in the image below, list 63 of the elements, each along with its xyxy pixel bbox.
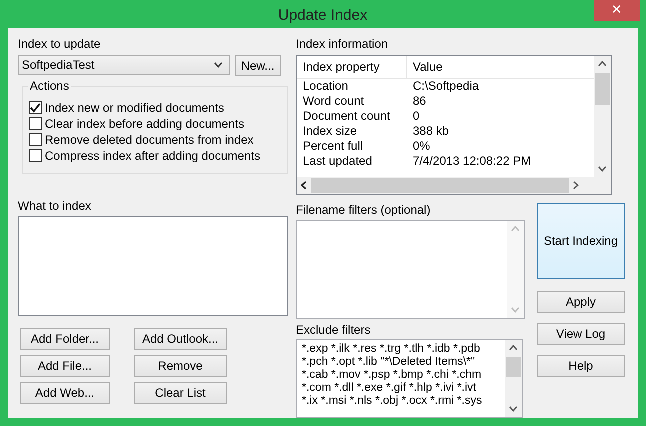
scroll-left-icon[interactable]: [301, 181, 307, 190]
caret-icon: [214, 62, 223, 68]
checkbox-label: Remove deleted documents from index: [45, 132, 254, 146]
list-action-button[interactable]: Add Folder...: [20, 328, 110, 350]
scroll-right-icon[interactable]: [573, 181, 579, 190]
table-cell-text: Word count: [302, 94, 366, 109]
scroll-up-icon[interactable]: [598, 61, 607, 67]
table-cell-text: 86: [412, 94, 426, 109]
checkbox-label: Index new or modified documents: [45, 100, 224, 114]
table-cell-text: Index size: [302, 124, 358, 139]
list-action-button[interactable]: Remove: [134, 355, 227, 377]
side-button[interactable]: Start Indexing: [537, 203, 625, 279]
exclude-filters-field[interactable]: *.exp *.ilk *.res *.trg *.tlh *.idb *.pdb *.pch *.opt *.lib "*\Deleted Items\*" *.cab *.mov *.psp *.bmp *.chi *.chm *.com *.dll *.exe *.gif *.hlp *.ivi *.ivt *.ix *.msi *.nls *.obj *.ocx *.rmi *.sys: [296, 339, 523, 418]
exclude-filters-label: Exclude filters: [296, 323, 372, 337]
vertical-scrollbar[interactable]: [505, 340, 522, 417]
scroll-down-icon[interactable]: [509, 406, 518, 412]
index-information-label: Index information: [296, 37, 390, 51]
table-cell-text: 388 kb: [412, 124, 450, 139]
checkbox-label: Compress index after adding documents: [45, 148, 260, 162]
scroll-thumb[interactable]: [595, 73, 610, 105]
vertical-scrollbar[interactable]: [594, 56, 611, 177]
filename-filters-field[interactable]: [296, 220, 525, 319]
scroll-thumb[interactable]: [311, 178, 569, 193]
horizontal-scrollbar[interactable]: [297, 177, 611, 194]
list-action-button[interactable]: Add File...: [20, 355, 110, 377]
table-cell-text: Percent full: [302, 139, 364, 154]
checkbox-label: Clear index before adding documents: [45, 116, 244, 130]
group-title: Actions: [28, 79, 72, 93]
scroll-down-icon[interactable]: [598, 166, 607, 172]
checkbox[interactable]: [29, 149, 42, 162]
table-cell-text: 7/4/2013 12:08:22 PM: [412, 154, 532, 169]
list-action-button[interactable]: Clear List: [134, 382, 227, 404]
index-label: Index to update: [18, 37, 102, 51]
table-cell-text: 0: [412, 109, 420, 124]
side-button[interactable]: Apply: [537, 291, 625, 313]
filename-filters-label: Filename filters (optional): [296, 203, 432, 217]
checkbox[interactable]: [29, 101, 42, 114]
table-cell-text: Last updated: [302, 154, 374, 169]
scroll-thumb[interactable]: [506, 357, 521, 377]
checkbox[interactable]: [29, 117, 42, 130]
filter-text: *.cab *.mov *.psp *.bmp *.chi *.chm: [302, 369, 483, 382]
filter-text: *.ix *.msi *.nls *.obj *.ocx *.rmi *.sys: [302, 395, 484, 408]
what-to-index-label: What to index: [18, 199, 92, 213]
new-button[interactable]: New...: [235, 55, 281, 76]
side-button[interactable]: Help: [537, 355, 625, 377]
folder-list[interactable]: [18, 216, 288, 316]
list-action-button[interactable]: Add Outlook...: [134, 328, 227, 350]
filter-text: *.com *.dll *.exe *.gif *.hlp *.ivi *.ivt: [302, 382, 478, 395]
table-cell-text: Location: [302, 79, 350, 94]
side-button[interactable]: View Log: [537, 323, 625, 345]
index-dropdown[interactable]: SoftpediaTest: [18, 55, 230, 75]
list-action-button[interactable]: Add Web...: [20, 382, 110, 404]
table-cell-text: 0%: [412, 139, 430, 154]
table-cell-text: C:\Softpedia: [412, 79, 480, 94]
column-header[interactable]: Value: [407, 56, 443, 78]
checkbox[interactable]: [29, 133, 42, 146]
close-button[interactable]: ✕: [594, 0, 640, 21]
table-cell-text: Document count: [302, 109, 392, 124]
filter-text: *.exp *.ilk *.res *.trg *.tlh *.idb *.pdb: [302, 343, 482, 356]
column-header[interactable]: Index property: [297, 56, 407, 78]
filter-text: *.pch *.opt *.lib "*\Deleted Items\*": [302, 356, 476, 369]
scroll-up-icon[interactable]: [509, 345, 518, 351]
window-title: Update Index: [278, 6, 368, 24]
